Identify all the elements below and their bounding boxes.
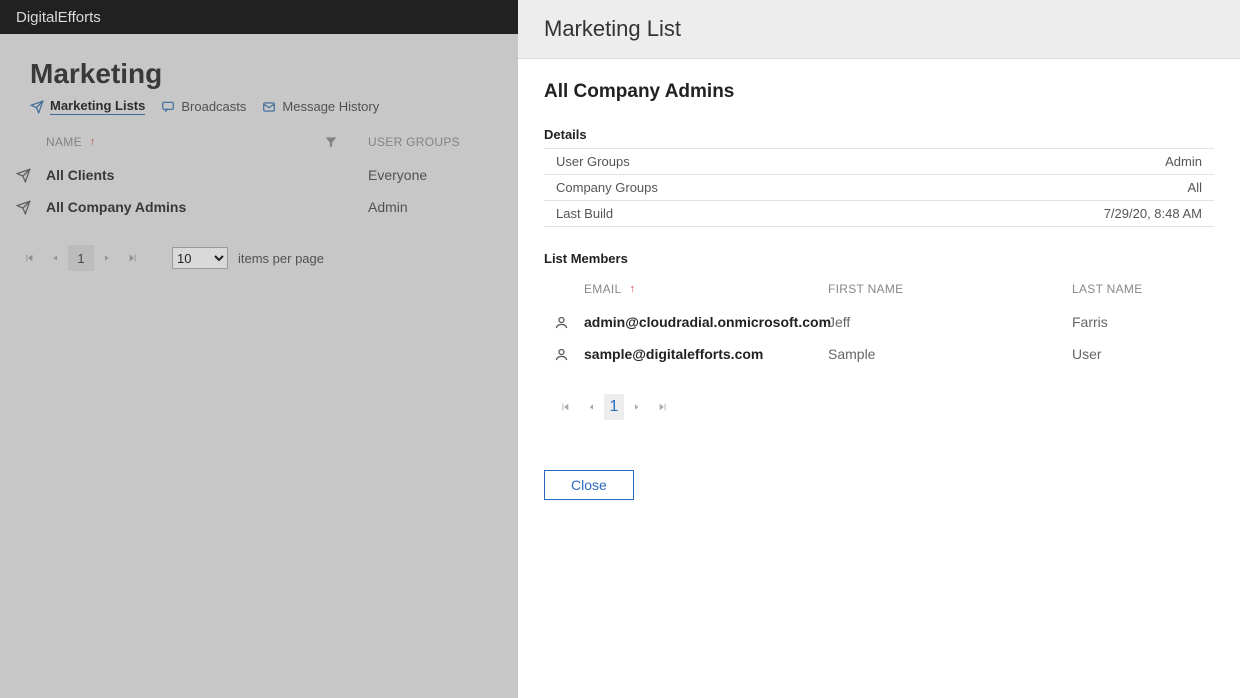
pager-last-icon[interactable]	[120, 245, 146, 271]
details-key: Company Groups	[556, 180, 1188, 195]
items-per-page-label: items per page	[238, 251, 324, 266]
detail-panel: Marketing List All Company Admins Detail…	[518, 0, 1240, 698]
details-row: Last Build 7/29/20, 8:48 AM	[544, 201, 1214, 227]
user-icon	[554, 315, 584, 330]
chat-icon	[161, 100, 175, 114]
member-row[interactable]: sample@digitalefforts.com Sample User	[544, 338, 1214, 370]
tab-message-history[interactable]: Message History	[262, 99, 379, 114]
pager-first-icon[interactable]	[16, 245, 42, 271]
column-label: EMAIL	[584, 282, 622, 296]
pager-current-page[interactable]: 1	[68, 245, 94, 271]
panel-header-title: Marketing List	[544, 16, 1214, 42]
brand-label: DigitalEfforts	[16, 9, 101, 26]
panel-body: All Company Admins Details User Groups A…	[518, 59, 1240, 698]
column-header-email[interactable]: EMAIL ↑	[584, 282, 828, 296]
member-row[interactable]: admin@cloudradial.onmicrosoft.com Jeff F…	[544, 306, 1214, 338]
column-header-name[interactable]: NAME ↑	[46, 135, 324, 149]
members-header-row: EMAIL ↑ FIRST NAME LAST NAME	[544, 272, 1214, 306]
details-heading: Details	[544, 127, 1214, 142]
list-header-row: NAME ↑ USER GROUPS	[0, 125, 518, 159]
details-value: 7/29/20, 8:48 AM	[1104, 206, 1202, 221]
details-row: User Groups Admin	[544, 149, 1214, 175]
panel-header: Marketing List	[518, 0, 1240, 59]
member-email: admin@cloudradial.onmicrosoft.com	[584, 314, 828, 330]
panel-title: All Company Admins	[544, 81, 1214, 103]
sort-asc-icon: ↑	[90, 136, 96, 148]
column-label: NAME	[46, 135, 82, 149]
column-label: LAST NAME	[1072, 282, 1143, 296]
column-label: USER GROUPS	[368, 135, 460, 149]
mail-icon	[262, 100, 276, 114]
sort-asc-icon: ↑	[630, 283, 636, 295]
pager-next-icon[interactable]	[624, 394, 650, 420]
column-header-user-groups[interactable]: USER GROUPS	[368, 135, 508, 149]
tab-label: Message History	[282, 99, 379, 114]
member-last-name: Farris	[1072, 314, 1214, 330]
list-row[interactable]: All Company Admins Admin	[0, 191, 518, 223]
pager-current-page[interactable]: 1	[604, 394, 624, 420]
member-last-name: User	[1072, 346, 1214, 362]
pager-last-icon[interactable]	[650, 394, 676, 420]
tab-marketing-lists[interactable]: Marketing Lists	[30, 98, 145, 115]
list-pager: 1 10 items per page	[0, 223, 518, 271]
member-first-name: Sample	[828, 346, 1072, 362]
member-first-name: Jeff	[828, 314, 1072, 330]
column-header-first-name[interactable]: FIRST NAME	[828, 282, 1072, 296]
list-row-user-groups: Admin	[368, 199, 508, 215]
top-bar: DigitalEfforts	[0, 0, 518, 34]
column-label: FIRST NAME	[828, 282, 903, 296]
list-row-name: All Company Admins	[46, 199, 368, 215]
details-row: Company Groups All	[544, 175, 1214, 201]
column-header-last-name[interactable]: LAST NAME	[1072, 282, 1214, 296]
close-button[interactable]: Close	[544, 470, 634, 500]
details-table: User Groups Admin Company Groups All Las…	[544, 148, 1214, 227]
tab-label: Broadcasts	[181, 99, 246, 114]
members-heading: List Members	[544, 251, 1214, 266]
pager-next-icon[interactable]	[94, 245, 120, 271]
list-row-name: All Clients	[46, 167, 368, 183]
member-email: sample@digitalefforts.com	[584, 346, 828, 362]
tab-broadcasts[interactable]: Broadcasts	[161, 99, 246, 114]
details-key: User Groups	[556, 154, 1165, 169]
user-icon	[554, 347, 584, 362]
details-value: All	[1188, 180, 1202, 195]
members-pager: 1	[544, 370, 1214, 420]
send-icon	[30, 100, 44, 114]
list-row[interactable]: All Clients Everyone	[0, 159, 518, 191]
page-size-select[interactable]: 10	[172, 247, 228, 269]
main-content-area: DigitalEfforts Marketing Marketing Lists…	[0, 0, 518, 698]
list-row-user-groups: Everyone	[368, 167, 508, 183]
pager-prev-icon[interactable]	[578, 394, 604, 420]
pager-first-icon[interactable]	[552, 394, 578, 420]
tab-bar: Marketing Lists Broadcasts Message Histo…	[0, 96, 518, 125]
send-icon	[16, 200, 46, 215]
send-icon	[16, 168, 46, 183]
pager-prev-icon[interactable]	[42, 245, 68, 271]
tab-label: Marketing Lists	[50, 98, 145, 115]
details-value: Admin	[1165, 154, 1202, 169]
details-key: Last Build	[556, 206, 1104, 221]
page-title: Marketing	[0, 34, 518, 96]
filter-icon[interactable]	[324, 135, 338, 149]
